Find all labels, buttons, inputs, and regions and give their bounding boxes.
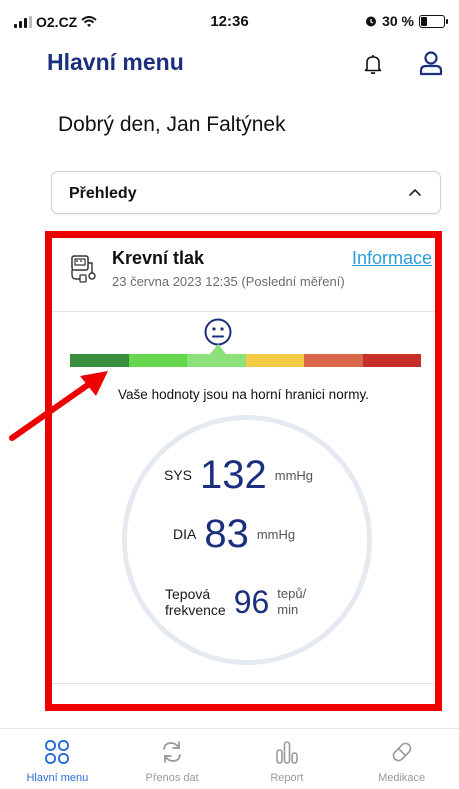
- info-link[interactable]: Informace: [352, 248, 432, 269]
- systolic-row: SYS 132 mmHg: [164, 455, 313, 495]
- battery-info: 30 %: [365, 13, 448, 29]
- sys-value: 132: [200, 453, 267, 497]
- report-icon: [276, 741, 298, 764]
- nav-label: Hlavní menu: [26, 772, 89, 784]
- alarm-icon: [366, 16, 377, 27]
- nav-item-data-transfer[interactable]: Přenos dat: [115, 730, 230, 789]
- scale-segment: [304, 354, 363, 367]
- overview-dropdown-label: Přehledy: [69, 185, 137, 202]
- battery-percent: 30 %: [382, 13, 414, 29]
- dia-label: DIA: [173, 526, 197, 542]
- scale-segment: [245, 354, 304, 367]
- blood-pressure-scale: [70, 354, 421, 367]
- divider: [50, 683, 437, 684]
- divider: [50, 311, 437, 312]
- dia-value: 83: [204, 512, 249, 556]
- blood-pressure-monitor-icon: [71, 255, 96, 283]
- overview-dropdown[interactable]: Přehledy: [51, 171, 441, 214]
- bottom-navigation: Hlavní menu Přenos dat Report Medikace: [0, 730, 459, 789]
- nav-label: Medikace: [378, 772, 426, 784]
- scale-pointer: [210, 344, 226, 354]
- pulse-label: Tepová frekvence: [165, 586, 226, 618]
- sys-unit: mmHg: [274, 467, 314, 483]
- greeting-text: Dobrý den, Jan Faltýnek: [58, 113, 286, 136]
- status-bar: O2.CZ 12:36 30 %: [0, 0, 459, 44]
- pulse-unit: tepů/ min: [277, 586, 306, 618]
- pulse-value: 96: [233, 584, 270, 620]
- nav-label: Report: [270, 772, 304, 784]
- divider: [0, 728, 459, 729]
- pulse-unit-line2: min: [277, 602, 299, 617]
- pulse-unit-line1: tepů/: [277, 586, 307, 601]
- user-profile-icon[interactable]: [417, 49, 445, 77]
- pulse-label-line1: Tepová: [165, 586, 211, 602]
- scale-segment: [362, 354, 421, 367]
- nav-item-main-menu[interactable]: Hlavní menu: [0, 730, 115, 789]
- dia-unit: mmHg: [256, 526, 296, 542]
- nav-item-report[interactable]: Report: [230, 730, 345, 789]
- blood-pressure-card[interactable]: Krevní tlak 23 června 2023 12:35 (Posled…: [50, 237, 437, 707]
- bell-icon[interactable]: [361, 52, 385, 76]
- card-title: Krevní tlak: [112, 248, 205, 268]
- pill-icon: [392, 742, 411, 762]
- nav-item-medication[interactable]: Medikace: [344, 730, 459, 789]
- scale-segment: [128, 354, 187, 367]
- sys-label: SYS: [164, 467, 193, 483]
- last-measurement-date: 23 června 2023 12:35 (Poslední měření): [112, 274, 345, 289]
- chevron-up-icon: [409, 188, 421, 196]
- pulse-label-line2: frekvence: [165, 602, 226, 618]
- sync-icon: [163, 741, 182, 763]
- scale-segment: [187, 354, 246, 367]
- diastolic-row: DIA 83 mmHg: [173, 514, 295, 554]
- pulse-row: Tepová frekvence 96 tepů/ min: [165, 582, 306, 622]
- battery-icon: [419, 14, 448, 28]
- nav-label: Přenos dat: [145, 772, 199, 784]
- annotation-arrow: [9, 371, 108, 441]
- grid-icon: [45, 740, 70, 764]
- page-title: Hlavní menu: [47, 49, 184, 75]
